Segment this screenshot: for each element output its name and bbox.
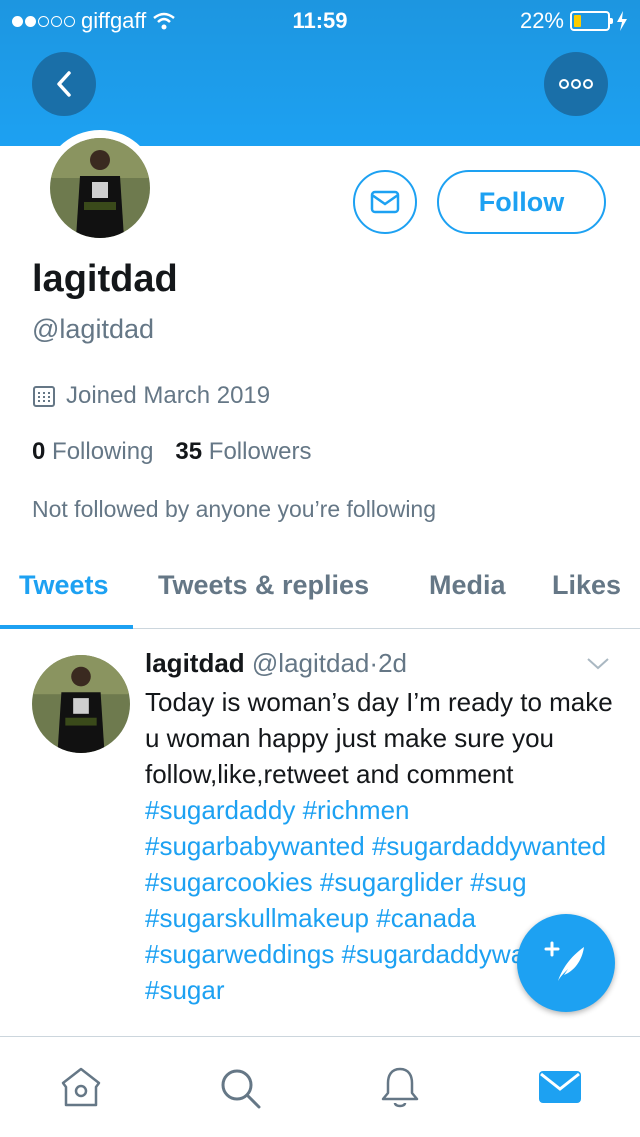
following-stat[interactable]: 0 Following [32, 438, 153, 466]
joined-date: Joined March 2019 [32, 382, 270, 410]
compose-tweet-icon [544, 941, 584, 981]
profile-avatar[interactable] [42, 130, 158, 246]
tweet-author-handle: @lagitdad [251, 648, 370, 678]
hashtag[interactable]: #sugarcookies [145, 867, 313, 897]
hashtag[interactable]: #sugarglider [320, 867, 463, 897]
profile-display-name: lagitdad [32, 258, 178, 300]
calendar-icon [33, 386, 55, 407]
not-followed-notice: Not followed by anyone you’re following [32, 496, 437, 522]
envelope-icon [370, 190, 400, 214]
tab-media[interactable]: Media [429, 570, 506, 601]
hashtag[interactable]: #canada [376, 903, 476, 933]
bottom-tab-bar [0, 1036, 640, 1137]
status-bar: giffgaff 11:59 22% [0, 0, 640, 40]
search-icon[interactable] [217, 1065, 263, 1111]
tweet-author-name[interactable]: lagitdad [145, 648, 245, 678]
tweet-avatar[interactable] [32, 655, 130, 753]
tab-tweets[interactable]: Tweets [19, 570, 109, 601]
hashtag[interactable]: #sugardaddywanted [372, 831, 606, 861]
tweet-body: Today is woman’s day I’m ready to make u… [145, 687, 613, 789]
battery-icon [570, 11, 613, 31]
profile-tabs: Tweets Tweets & replies Media Likes [0, 560, 640, 629]
message-button[interactable] [353, 170, 417, 234]
tab-likes[interactable]: Likes [552, 570, 621, 601]
battery-info: 22% [520, 8, 628, 34]
follow-button[interactable]: Follow [437, 170, 606, 234]
tweet-time: 2d [378, 648, 407, 678]
following-count: 0 [32, 438, 46, 465]
followers-count: 35 [175, 438, 203, 465]
notifications-icon[interactable] [377, 1065, 423, 1111]
follow-stats: 0 Following 35 Followers [32, 438, 312, 466]
avatar-image [50, 138, 150, 238]
hashtag[interactable]: #sugar [145, 975, 225, 1005]
messages-icon[interactable] [537, 1065, 583, 1111]
charging-bolt-icon [617, 11, 627, 31]
tweet-header: lagitdad @lagitdad·2d [145, 648, 407, 679]
active-tab-indicator [0, 625, 133, 629]
joined-text: Joined March 2019 [66, 382, 271, 409]
hashtag[interactable]: #sugarweddings [145, 939, 334, 969]
more-button[interactable] [544, 52, 608, 116]
more-dots-icon [559, 79, 593, 89]
battery-percent: 22% [519, 8, 564, 33]
hashtag[interactable]: #sug [470, 867, 526, 897]
profile-handle: @lagitdad [32, 314, 154, 344]
hashtag[interactable]: #sugardaddy [145, 795, 295, 825]
chevron-down-icon[interactable] [586, 656, 610, 672]
hashtag[interactable]: #richmen [303, 795, 410, 825]
home-icon[interactable] [58, 1065, 104, 1111]
hashtag[interactable]: #sugarskullmakeup [145, 903, 369, 933]
hashtag[interactable]: #sugarbabywanted [145, 831, 365, 861]
chevron-left-icon [57, 71, 71, 97]
followers-stat[interactable]: 35 Followers [175, 438, 311, 466]
tab-tweets-replies[interactable]: Tweets & replies [158, 570, 369, 601]
back-button[interactable] [32, 52, 96, 116]
following-label: Following [52, 438, 154, 465]
compose-tweet-button[interactable] [517, 914, 615, 1012]
followers-label: Followers [208, 438, 312, 465]
profile-header: giffgaff 11:59 22% [0, 0, 640, 146]
tweet-separator: · [369, 648, 379, 678]
